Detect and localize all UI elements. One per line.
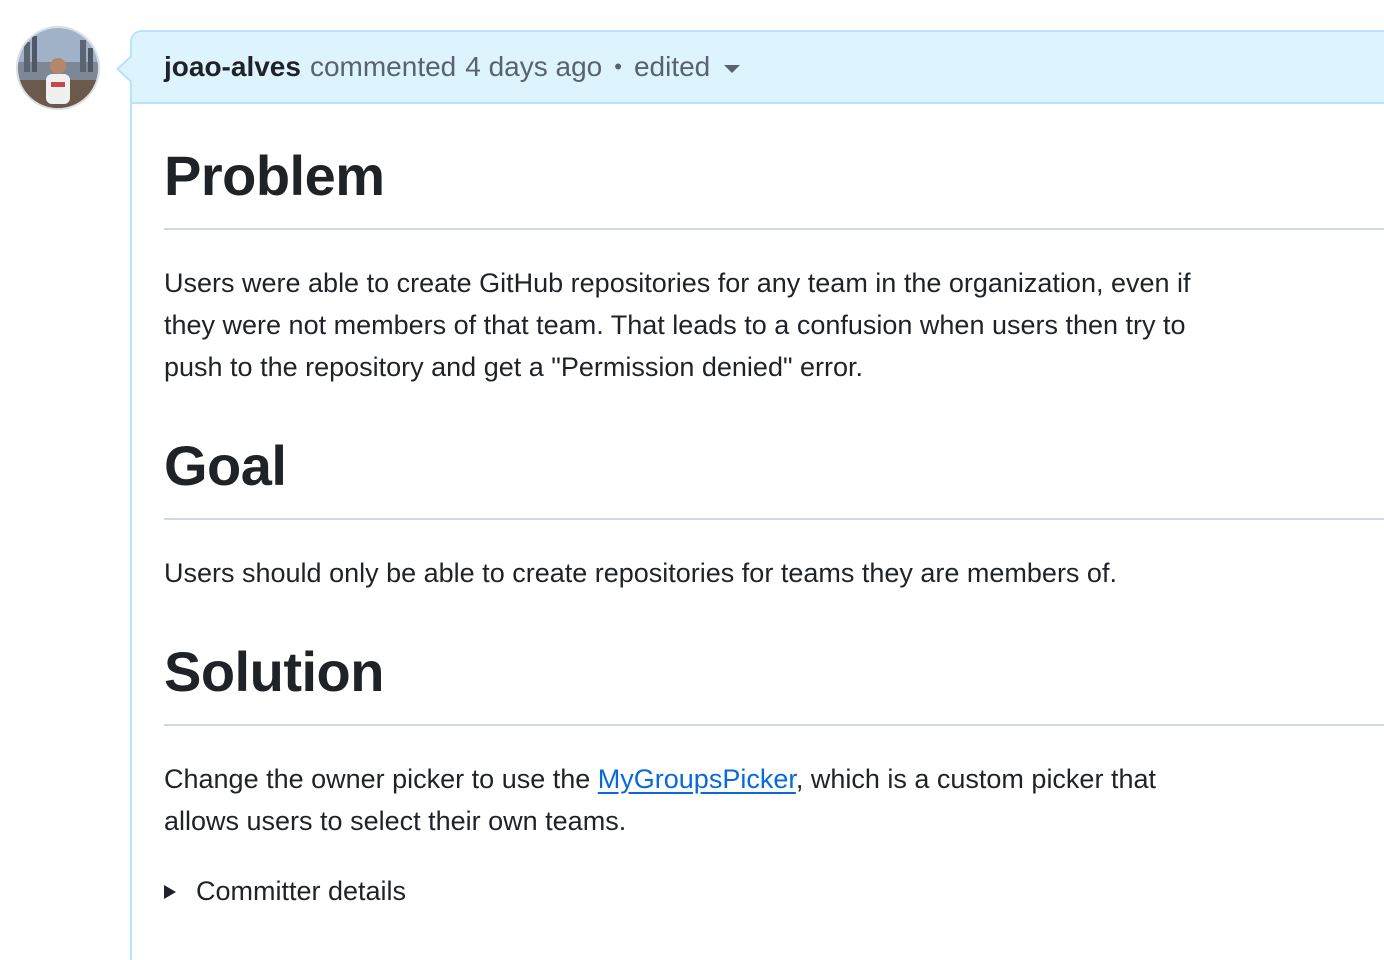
avatar[interactable] (16, 26, 100, 110)
mygroupspicker-link[interactable]: MyGroupsPicker (598, 764, 796, 794)
comment-pointer-fill (119, 57, 132, 81)
heading-problem: Problem (164, 148, 1384, 230)
caret-down-icon (724, 65, 741, 73)
triangle-right-icon (164, 884, 176, 899)
avatar-image (18, 28, 98, 108)
goal-text: Users should only be able to create repo… (164, 558, 1117, 588)
edited-dropdown[interactable]: edited (633, 51, 741, 83)
edited-label: edited (633, 51, 711, 82)
comment-author[interactable]: joao-alves (164, 51, 301, 83)
solution-text-before: Change the owner picker to use the (164, 764, 598, 794)
comment-header: joao-alves commented 4 days ago • edited (132, 32, 1384, 104)
problem-text: Users were able to create GitHub reposit… (164, 268, 1191, 382)
comment-action: commented (309, 51, 457, 82)
heading-solution: Solution (164, 644, 1384, 726)
committer-details-label: Committer details (196, 876, 407, 906)
header-separator: • (614, 54, 622, 79)
committer-details-toggle[interactable]: Committer details (164, 876, 1384, 907)
comment-timestamp[interactable]: 4 days ago (465, 51, 602, 83)
solution-text: Change the owner picker to use the MyGro… (164, 758, 1204, 842)
comment-box: joao-alves commented 4 days ago • edited… (130, 30, 1384, 960)
comment-body: Problem Users were able to create GitHub… (164, 104, 1384, 907)
heading-goal: Goal (164, 438, 1384, 520)
